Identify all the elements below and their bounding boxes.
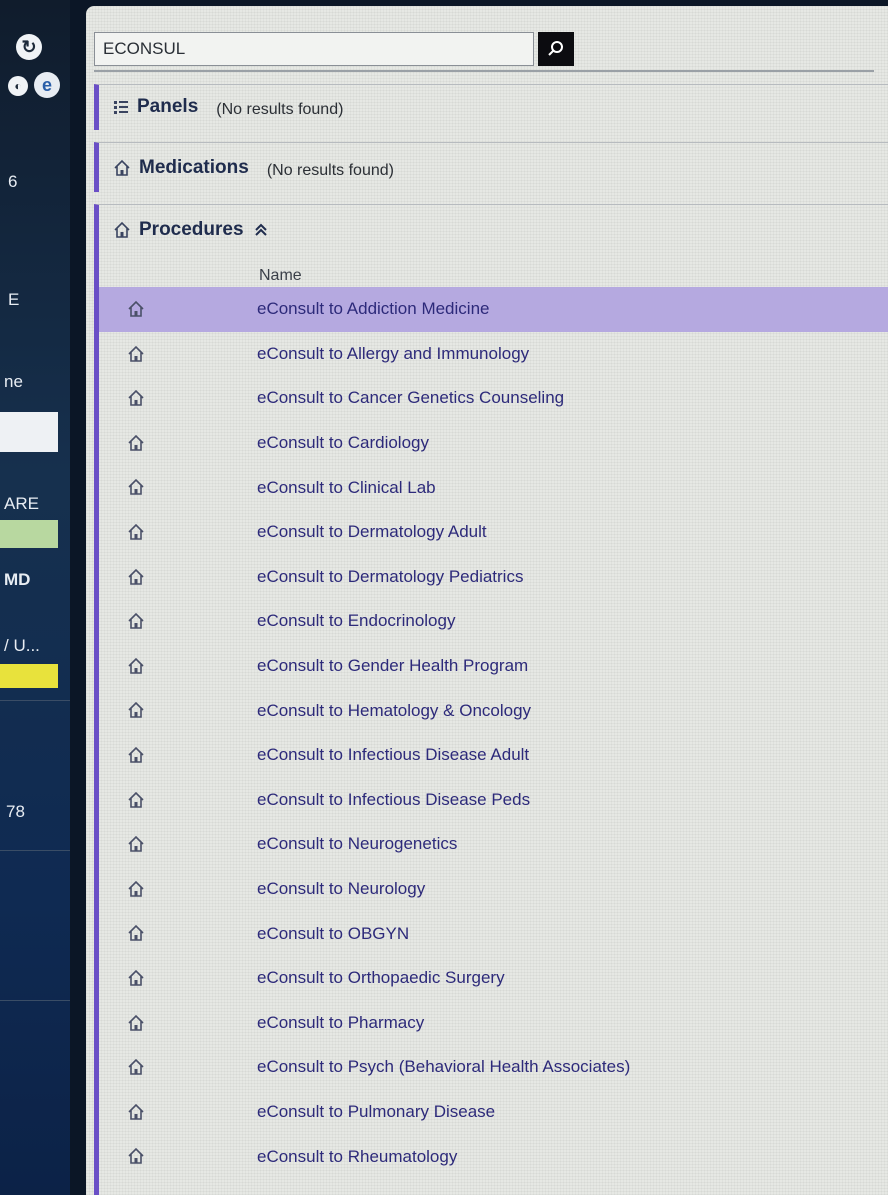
magnifier-icon xyxy=(548,41,563,56)
procedure-row[interactable]: eConsult to Cancer Genetics Counseling xyxy=(99,376,888,421)
procedure-name[interactable]: eConsult to Infectious Disease Peds xyxy=(257,790,530,810)
search-input[interactable] xyxy=(94,32,534,66)
procedures-list: eConsult to Addiction Medicine eConsult t… xyxy=(99,287,888,1179)
procedure-row[interactable]: eConsult to Clinical Lab xyxy=(99,465,888,510)
sidebar-fragment: E xyxy=(8,290,20,309)
sidebar-fragment: 6 xyxy=(8,172,18,191)
procedures-section: Procedures Name eConsult to Addiction Me… xyxy=(94,204,888,1195)
medications-no-results: (No results found) xyxy=(266,162,394,179)
medications-title[interactable]: Medications xyxy=(139,157,249,179)
home-icon xyxy=(128,880,144,897)
home-icon xyxy=(128,791,144,808)
procedure-name[interactable]: eConsult to Pharmacy xyxy=(257,1013,424,1033)
refresh-icon[interactable]: ↻ xyxy=(16,34,42,60)
home-icon xyxy=(128,835,144,852)
procedure-row[interactable]: eConsult to Dermatology Pediatrics xyxy=(99,555,888,600)
procedure-row[interactable]: eConsult to Psych (Behavioral Health Ass… xyxy=(99,1045,888,1090)
panels-title[interactable]: Panels xyxy=(137,96,198,118)
collapse-chevron-icon[interactable] xyxy=(254,223,268,237)
home-icon xyxy=(128,345,144,362)
procedure-name[interactable]: eConsult to Dermatology Adult xyxy=(257,522,487,542)
sidebar-input[interactable] xyxy=(0,412,58,452)
procedure-name[interactable]: eConsult to Allergy and Immunology xyxy=(257,344,529,364)
home-icon xyxy=(114,221,130,238)
procedure-name[interactable]: eConsult to Infectious Disease Adult xyxy=(257,745,529,765)
procedure-row[interactable]: eConsult to Infectious Disease Adult xyxy=(99,733,888,778)
search-bar xyxy=(94,24,874,72)
sidebar-fragment: ne xyxy=(4,372,23,391)
procedure-name[interactable]: eConsult to Dermatology Pediatrics xyxy=(257,567,523,587)
home-icon xyxy=(128,1058,144,1075)
sidebar-fragment: ARE xyxy=(4,494,39,513)
procedure-row[interactable]: eConsult to Neurogenetics xyxy=(99,822,888,867)
search-results-panel: Panels (No results found) Medications (N… xyxy=(86,6,888,1195)
procedure-name[interactable]: eConsult to Neurology xyxy=(257,879,425,899)
medications-section: Medications (No results found) xyxy=(94,142,888,192)
sidebar-fragment: MD xyxy=(4,570,31,589)
procedure-row[interactable]: eConsult to Dermatology Adult xyxy=(99,510,888,555)
home-icon xyxy=(128,657,144,674)
home-icon xyxy=(128,390,144,406)
home-icon xyxy=(128,1103,144,1120)
sidebar-highlight-bar xyxy=(0,664,58,688)
home-icon xyxy=(128,925,144,942)
name-column-header[interactable]: Name xyxy=(259,267,302,285)
procedure-row[interactable]: eConsult to Hematology & Oncology xyxy=(99,688,888,733)
procedure-name[interactable]: eConsult to Rheumatology xyxy=(257,1147,457,1167)
procedure-name[interactable]: eConsult to Pulmonary Disease xyxy=(257,1102,495,1122)
procedure-name[interactable]: eConsult to Orthopaedic Surgery xyxy=(257,968,505,988)
panels-list-icon xyxy=(114,101,128,114)
home-icon xyxy=(128,568,144,585)
procedure-row[interactable]: eConsult to Gender Health Program xyxy=(99,644,888,689)
home-icon xyxy=(128,702,144,719)
home-icon xyxy=(128,1014,144,1031)
left-sidebar: ↻ ◐ e 6 E ne ARE MD / U... 78 xyxy=(0,0,70,1195)
procedure-name[interactable]: eConsult to Psych (Behavioral Health Ass… xyxy=(257,1057,630,1077)
panels-no-results: (No results found) xyxy=(216,101,344,118)
home-icon xyxy=(128,523,144,540)
home-icon xyxy=(128,434,144,451)
sidebar-fragment: 78 xyxy=(6,802,25,821)
procedure-row[interactable]: eConsult to Addiction Medicine xyxy=(99,287,888,332)
procedure-row[interactable]: eConsult to Rheumatology xyxy=(99,1134,888,1179)
sidebar-fragment: / U... xyxy=(4,636,40,655)
panels-section: Panels (No results found) xyxy=(94,84,888,130)
home-icon xyxy=(114,159,130,176)
procedure-name[interactable]: eConsult to Addiction Medicine xyxy=(257,299,489,319)
procedure-row[interactable]: eConsult to Allergy and Immunology xyxy=(99,332,888,377)
procedures-title[interactable]: Procedures xyxy=(139,219,244,241)
edge-browser-icon[interactable]: e xyxy=(34,72,60,98)
procedure-row[interactable]: eConsult to Pharmacy xyxy=(99,1001,888,1046)
procedure-name[interactable]: eConsult to Cancer Genetics Counseling xyxy=(257,388,564,408)
procedure-name[interactable]: eConsult to Neurogenetics xyxy=(257,834,457,854)
procedure-name[interactable]: eConsult to Hematology & Oncology xyxy=(257,701,531,721)
procedure-row[interactable]: eConsult to Endocrinology xyxy=(99,599,888,644)
procedure-row[interactable]: eConsult to Infectious Disease Peds xyxy=(99,778,888,823)
home-icon xyxy=(128,1148,144,1165)
app-icon[interactable]: ◐ xyxy=(8,76,28,96)
procedure-name[interactable]: eConsult to Clinical Lab xyxy=(257,478,436,498)
procedure-name[interactable]: eConsult to Gender Health Program xyxy=(257,656,528,676)
procedure-name[interactable]: eConsult to Endocrinology xyxy=(257,611,455,631)
procedure-name[interactable]: eConsult to OBGYN xyxy=(257,924,409,944)
home-icon xyxy=(128,613,144,629)
procedure-row[interactable]: eConsult to Neurology xyxy=(99,867,888,912)
procedure-row[interactable]: eConsult to OBGYN xyxy=(99,911,888,956)
search-button[interactable] xyxy=(538,32,574,66)
home-icon xyxy=(128,479,144,496)
sidebar-status-bar xyxy=(0,520,58,548)
procedure-row[interactable]: eConsult to Orthopaedic Surgery xyxy=(99,956,888,1001)
procedure-name[interactable]: eConsult to Cardiology xyxy=(257,433,429,453)
home-icon xyxy=(128,300,144,317)
procedure-row[interactable]: eConsult to Pulmonary Disease xyxy=(99,1090,888,1135)
home-icon xyxy=(128,746,144,763)
home-icon xyxy=(128,969,144,986)
procedure-row[interactable]: eConsult to Cardiology xyxy=(99,421,888,466)
